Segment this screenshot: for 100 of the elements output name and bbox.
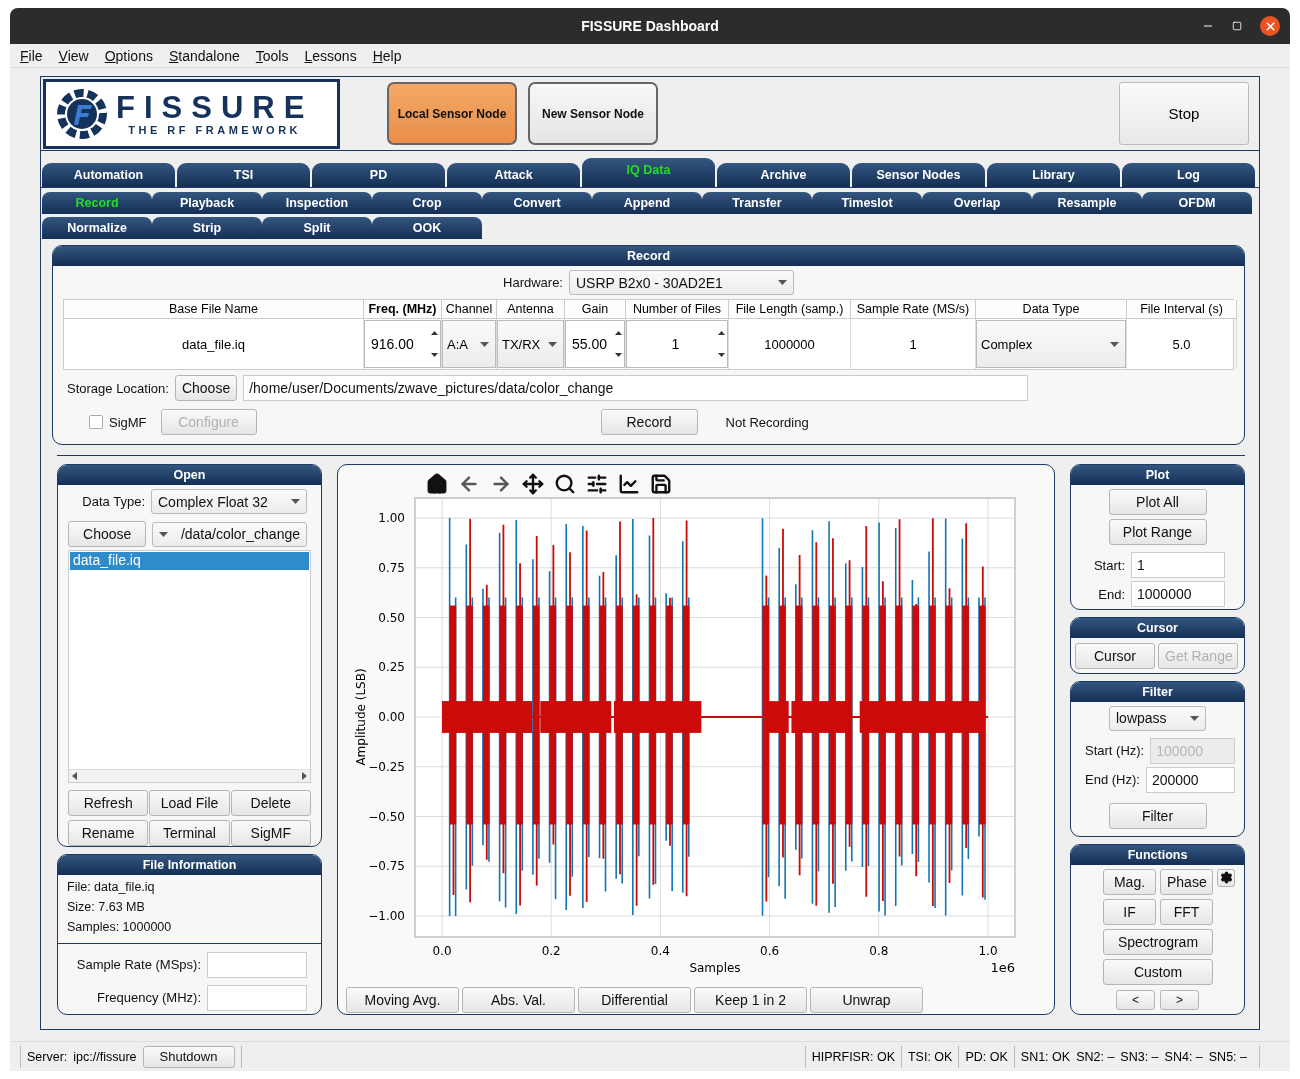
sub-tab[interactable]: Append	[592, 192, 702, 214]
scroll-left-icon[interactable]	[72, 771, 77, 780]
main-tab[interactable]: Archive	[717, 163, 850, 187]
field-label: Start (Hz):	[1085, 743, 1145, 759]
input-field[interactable]	[207, 951, 307, 978]
plot-function-button[interactable]: Differential	[578, 987, 691, 1013]
main-tab[interactable]: Attack	[447, 163, 580, 187]
choose-button[interactable]: Choose	[174, 375, 238, 401]
search-icon[interactable]	[554, 473, 576, 495]
page-nav-button[interactable]: <	[1116, 989, 1155, 1010]
sub-tab[interactable]: Playback	[152, 192, 262, 214]
save-icon[interactable]	[650, 473, 672, 495]
main-tab[interactable]: IQ Data	[582, 158, 715, 187]
sub-tab[interactable]: Inspection	[262, 192, 372, 214]
filter-button[interactable]: Filter	[1108, 802, 1207, 829]
file-action-button[interactable]: Rename	[68, 819, 149, 846]
pan-icon[interactable]	[522, 473, 544, 495]
sub-tab[interactable]: OOK	[372, 217, 482, 239]
file-action-button[interactable]: Terminal	[149, 819, 230, 846]
menu-item[interactable]: Standalone	[168, 47, 240, 64]
line-chart-icon[interactable]	[618, 473, 640, 495]
choose-button[interactable]: Choose	[68, 521, 147, 547]
spin-arrows-icon[interactable]	[431, 329, 438, 359]
menu-item[interactable]: Tools	[255, 47, 289, 64]
file-action-button[interactable]: Delete	[230, 789, 311, 816]
checkbox[interactable]	[89, 415, 103, 429]
menu-item[interactable]: Help	[372, 47, 402, 64]
file-action-button[interactable]: SigMF	[230, 819, 311, 846]
input-field[interactable]	[207, 984, 307, 1011]
x-axis-label: Samples	[689, 961, 741, 975]
plot-function-button[interactable]: Unwrap	[810, 987, 923, 1013]
sensor-node-button[interactable]: New Sensor Node	[528, 82, 658, 145]
sensor-node-status: SN5: –	[1208, 1049, 1247, 1064]
dropdown[interactable]: TX/RX	[497, 320, 564, 368]
folder-dropdown[interactable]: /data/color_change	[152, 521, 307, 547]
plot-function-button[interactable]: Keep 1 in 2	[694, 987, 807, 1013]
record-button[interactable]: Record	[600, 409, 698, 435]
column-header: Channel	[442, 300, 497, 319]
spin-box[interactable]: 55.00	[565, 320, 625, 368]
sub-tab[interactable]: Strip	[152, 217, 262, 239]
maximize-icon[interactable]	[1232, 21, 1242, 31]
panel-header: File Information	[58, 854, 321, 875]
spin-box[interactable]: 1	[626, 320, 728, 368]
sub-tab[interactable]: Timeslot	[812, 192, 922, 214]
sub-tab[interactable]: Resample	[1032, 192, 1142, 214]
sub-tab[interactable]: Record	[42, 192, 152, 214]
storage-path-field[interactable]: /home/user/Documents/zwave_pictures/data/color_change	[243, 375, 1029, 401]
data-type-dropdown[interactable]: Complex Float 32	[151, 489, 307, 514]
sliders-icon[interactable]	[586, 473, 608, 495]
function-button[interactable]: Phase	[1160, 868, 1213, 895]
sensor-node-button[interactable]: Local Sensor Node	[387, 82, 517, 145]
main-tab[interactable]: Sensor Nodes	[852, 163, 985, 187]
function-button[interactable]: IF	[1103, 898, 1156, 925]
filter-type-dropdown[interactable]: lowpass	[1109, 705, 1206, 731]
function-button[interactable]: FFT	[1160, 898, 1213, 925]
plot-button[interactable]: Plot All	[1108, 489, 1207, 515]
plot-button[interactable]: Plot Range	[1108, 519, 1207, 545]
plot-function-button[interactable]: Abs. Val.	[462, 987, 575, 1013]
x-tick-label: 0.8	[869, 944, 889, 958]
input-field[interactable]: 200000	[1145, 766, 1235, 793]
shutdown-button[interactable]: Shutdown	[142, 1045, 235, 1068]
main-tab[interactable]: PD	[312, 163, 445, 187]
sub-tab[interactable]: Crop	[372, 192, 482, 214]
column-header: Gain	[565, 300, 626, 319]
menu-item[interactable]: File	[20, 47, 43, 64]
menu-item[interactable]: Options	[104, 47, 153, 64]
dropdown[interactable]: Complex	[976, 320, 1126, 368]
spin-arrows-icon[interactable]	[615, 329, 622, 359]
main-tab[interactable]: TSI	[177, 163, 310, 187]
sub-tab[interactable]: Transfer	[702, 192, 812, 214]
main-tab[interactable]: Library	[987, 163, 1120, 187]
spin-box[interactable]: 916.00	[364, 320, 441, 368]
cursor-button[interactable]: Cursor	[1075, 642, 1155, 669]
sub-tab[interactable]: Normalize	[42, 217, 152, 239]
main-tab[interactable]: Log	[1122, 163, 1255, 187]
y-axis-label: Amplitude (LSB)	[354, 668, 368, 766]
sub-tab[interactable]: Convert	[482, 192, 592, 214]
file-action-button[interactable]: Load File	[149, 789, 230, 816]
function-button[interactable]: Mag.	[1103, 868, 1156, 895]
menu-item[interactable]: View	[58, 47, 89, 64]
hardware-dropdown[interactable]: USRP B2x0 - 30AD2E1	[569, 270, 794, 295]
home-icon[interactable]	[426, 473, 448, 495]
function-button[interactable]: Custom	[1103, 958, 1213, 985]
spin-arrows-icon[interactable]	[718, 329, 725, 359]
sub-tab[interactable]: Split	[262, 217, 372, 239]
input-field[interactable]: 1	[1131, 552, 1225, 578]
stop-button[interactable]: Stop	[1119, 82, 1249, 145]
file-action-button[interactable]: Refresh	[68, 789, 149, 816]
function-button[interactable]: Spectrogram	[1103, 928, 1213, 955]
main-tab[interactable]: Automation	[42, 163, 175, 187]
file-item[interactable]: data_file.iq	[70, 552, 309, 570]
page-nav-button[interactable]: >	[1160, 989, 1199, 1010]
dropdown[interactable]: A:A	[442, 320, 496, 368]
horizontal-scrollbar[interactable]	[69, 768, 310, 782]
menu-item[interactable]: Lessons	[304, 47, 357, 64]
scroll-right-icon[interactable]	[302, 771, 307, 780]
sub-tab[interactable]: OFDM	[1142, 192, 1252, 214]
input-field[interactable]: 1000000	[1131, 581, 1225, 607]
plot-function-button[interactable]: Moving Avg.	[346, 987, 459, 1013]
sub-tab[interactable]: Overlap	[922, 192, 1032, 214]
